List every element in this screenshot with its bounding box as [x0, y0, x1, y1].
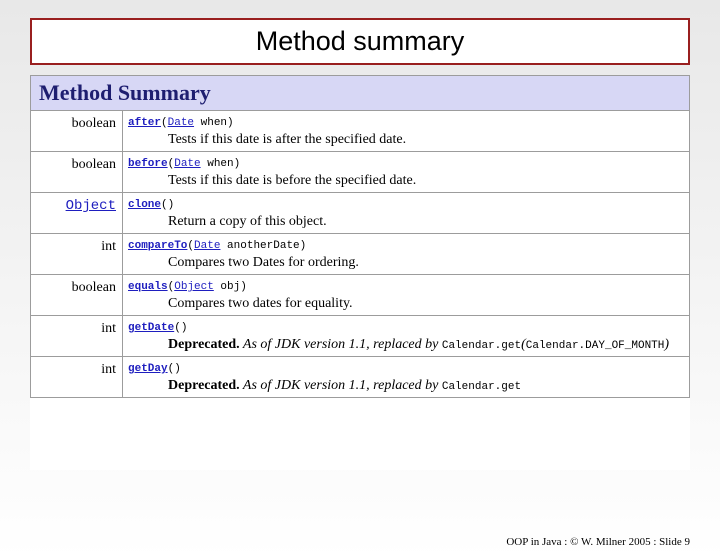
return-type: int [31, 234, 123, 275]
method-cell: before(Date when) Tests if this date is … [123, 152, 690, 193]
method-summary-table: Method Summary boolean after(Date when) … [30, 75, 690, 398]
method-desc: Tests if this date is before the specifi… [168, 173, 684, 189]
method-name[interactable]: getDay [128, 363, 168, 375]
method-cell: after(Date when) Tests if this date is a… [123, 111, 690, 152]
return-type: Object [31, 193, 123, 234]
method-name[interactable]: clone [128, 199, 161, 211]
table-header-row: Method Summary [31, 76, 690, 111]
method-desc: Compares two dates for equality. [168, 296, 684, 312]
param-type[interactable]: Date [194, 240, 220, 252]
method-deprecated: Deprecated. As of JDK version 1.1, repla… [168, 378, 684, 394]
table-row: boolean equals(Object obj) Compares two … [31, 275, 690, 316]
return-link[interactable]: Object [66, 198, 116, 214]
method-name[interactable]: equals [128, 281, 168, 293]
param-type[interactable]: Date [174, 158, 200, 170]
method-desc: Compares two Dates for ordering. [168, 255, 684, 271]
content-area: Method Summary boolean after(Date when) … [30, 75, 690, 470]
method-cell: equals(Object obj) Compares two dates fo… [123, 275, 690, 316]
return-type: int [31, 357, 123, 398]
table-row: int compareTo(Date anotherDate) Compares… [31, 234, 690, 275]
method-cell: clone() Return a copy of this object. [123, 193, 690, 234]
method-name[interactable]: compareTo [128, 240, 187, 252]
table-row: Object clone() Return a copy of this obj… [31, 193, 690, 234]
param-type[interactable]: Object [174, 281, 214, 293]
method-desc: Return a copy of this object. [168, 214, 684, 230]
param-type[interactable]: Date [168, 117, 194, 129]
method-name[interactable]: after [128, 117, 161, 129]
method-cell: getDate() Deprecated. As of JDK version … [123, 316, 690, 357]
method-name[interactable]: before [128, 158, 168, 170]
return-type: boolean [31, 275, 123, 316]
method-cell: getDay() Deprecated. As of JDK version 1… [123, 357, 690, 398]
return-type: boolean [31, 152, 123, 193]
table-row: int getDay() Deprecated. As of JDK versi… [31, 357, 690, 398]
slide-footer: OOP in Java : © W. Milner 2005 : Slide 9 [506, 536, 690, 548]
table-row: boolean after(Date when) Tests if this d… [31, 111, 690, 152]
return-type: boolean [31, 111, 123, 152]
slide-title-box: Method summary [30, 18, 690, 65]
method-cell: compareTo(Date anotherDate) Compares two… [123, 234, 690, 275]
table-row: boolean before(Date when) Tests if this … [31, 152, 690, 193]
return-type: int [31, 316, 123, 357]
table-header: Method Summary [31, 76, 690, 111]
table-row: int getDate() Deprecated. As of JDK vers… [31, 316, 690, 357]
method-desc: Tests if this date is after the specifie… [168, 132, 684, 148]
method-name[interactable]: getDate [128, 322, 174, 334]
slide-title: Method summary [256, 26, 465, 56]
method-deprecated: Deprecated. As of JDK version 1.1, repla… [168, 337, 684, 353]
